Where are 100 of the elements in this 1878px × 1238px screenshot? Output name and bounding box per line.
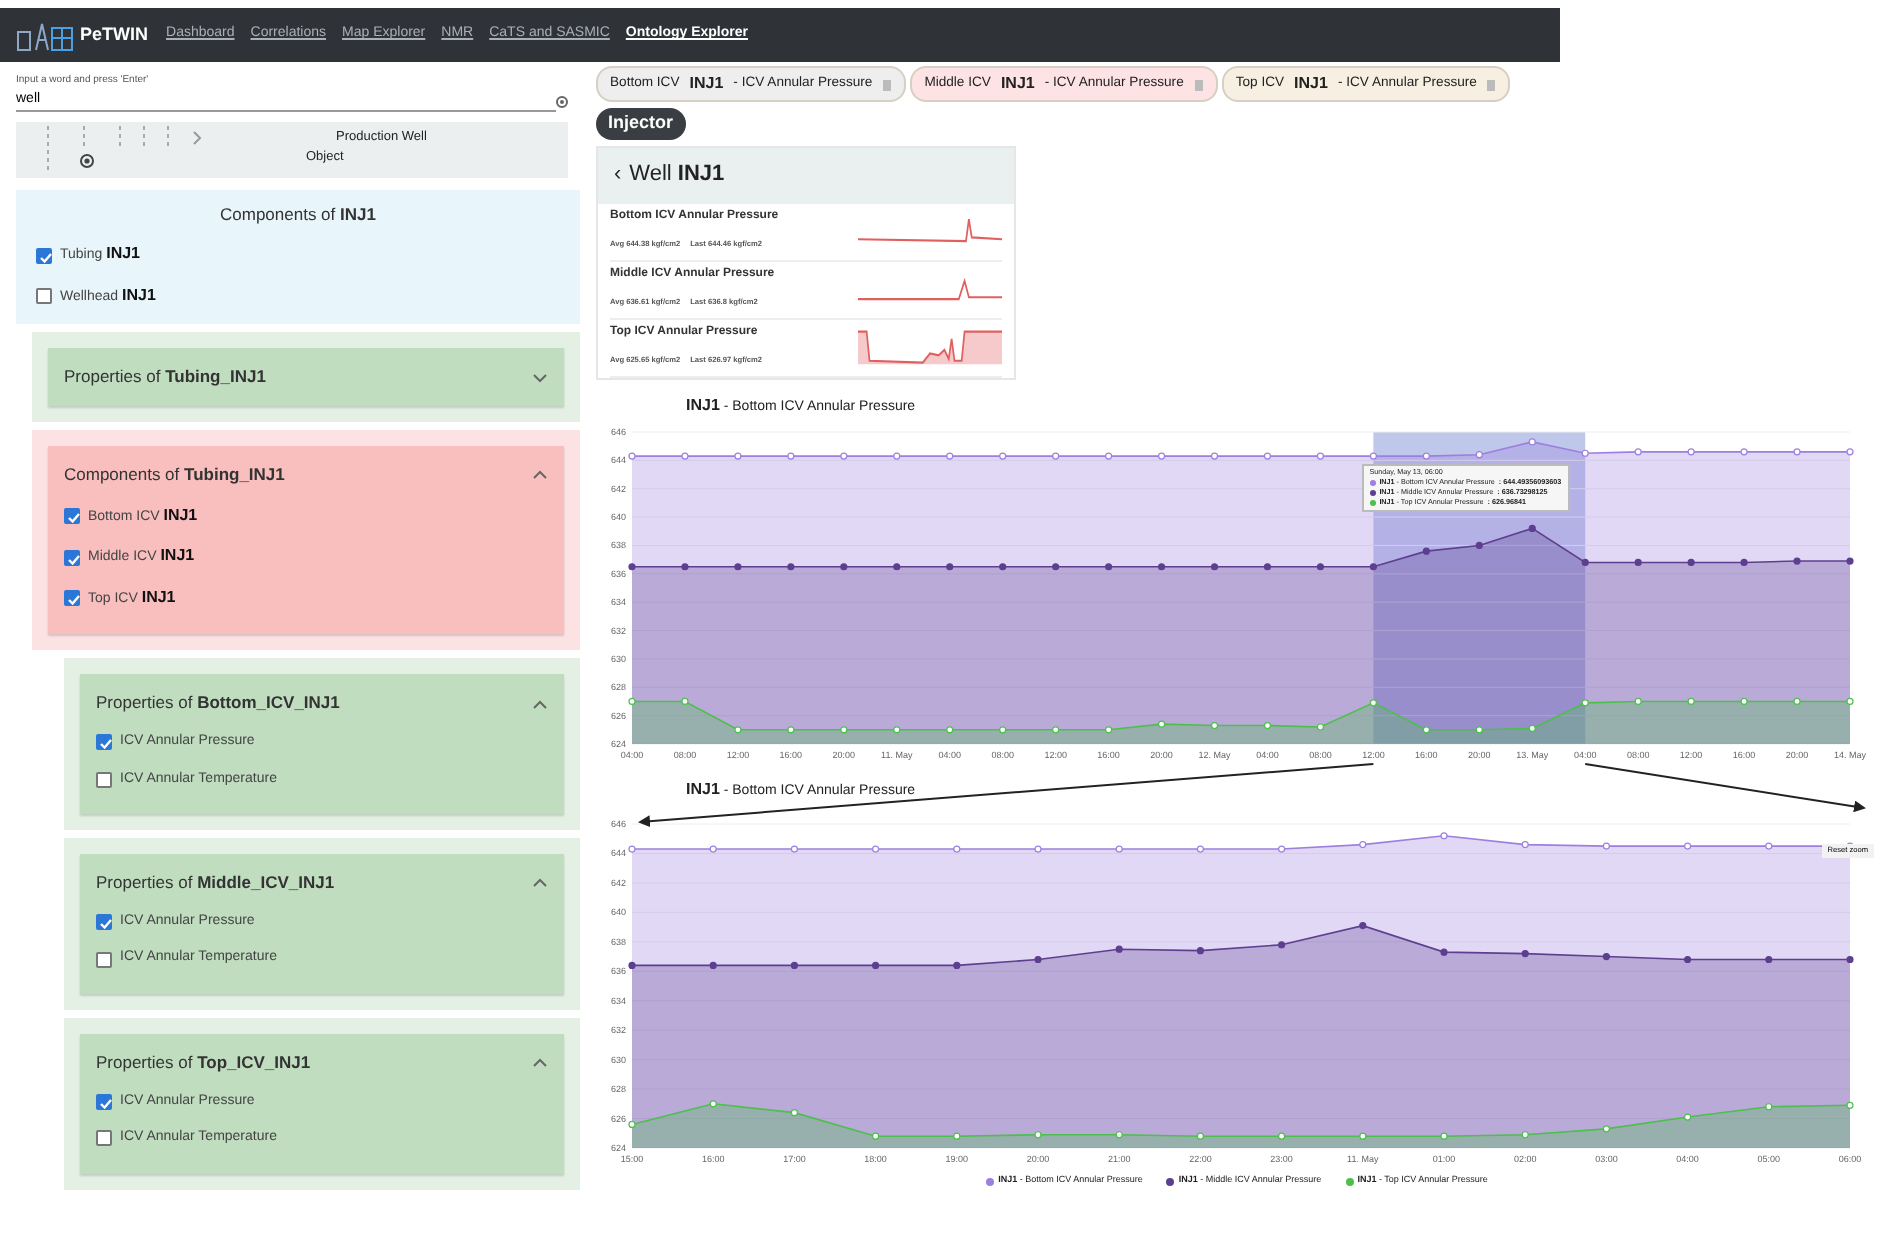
point: [1210, 451, 1219, 459]
point: [1475, 450, 1483, 458]
point: [1440, 947, 1448, 955]
panel-title: Properties of Middle_ICV_INJ1: [96, 870, 335, 896]
point: [787, 725, 795, 733]
point: [1440, 831, 1448, 839]
point: [872, 844, 880, 852]
point: [1765, 841, 1773, 849]
point: [1105, 562, 1113, 570]
point: [1793, 556, 1801, 564]
point: [1422, 546, 1430, 554]
point: [1369, 562, 1377, 570]
checkbox[interactable]: [96, 1130, 112, 1147]
brand-name[interactable]: PeTWIN: [80, 21, 149, 49]
point: [790, 844, 798, 852]
point: [1521, 1130, 1529, 1138]
point: [1634, 557, 1642, 566]
logo-icon[interactable]: [16, 19, 76, 51]
point: [1316, 562, 1325, 570]
point: [999, 451, 1007, 459]
point: [1369, 698, 1377, 706]
checkbox[interactable]: [96, 771, 112, 788]
checkbox[interactable]: [64, 549, 80, 565]
point: [1278, 940, 1286, 948]
point: [628, 696, 636, 705]
panel-title: Properties of Top_ICV_INJ1: [96, 1049, 311, 1075]
checkbox[interactable]: [64, 590, 80, 606]
point: [893, 562, 901, 570]
panel-title: Properties of Tubing_INJ1: [64, 364, 266, 390]
point: [872, 1131, 880, 1139]
point: [1034, 1130, 1042, 1138]
point: [1157, 562, 1166, 570]
point: [1422, 451, 1430, 459]
point: [628, 1119, 636, 1128]
point: [1602, 1124, 1610, 1132]
point: [1581, 698, 1589, 706]
point: [1634, 447, 1642, 455]
point: [946, 562, 954, 570]
point: [840, 562, 848, 570]
point: [1196, 946, 1204, 954]
checkbox[interactable]: [36, 288, 52, 304]
point: [1210, 562, 1219, 570]
legend-dot[interactable]: [1345, 1177, 1354, 1185]
checkbox[interactable]: [96, 914, 112, 930]
point: [1196, 1131, 1204, 1139]
point: [1115, 944, 1123, 952]
point: [1521, 840, 1529, 848]
point: [1687, 447, 1695, 455]
target-icon[interactable]: [80, 153, 94, 167]
point: [1521, 949, 1529, 957]
point: [1687, 696, 1695, 705]
point: [790, 1108, 798, 1116]
point: [628, 844, 636, 852]
point: [681, 562, 689, 570]
type-badge: Injector: [596, 108, 686, 139]
accordion-panel[interactable]: Properties of Tubing_INJ1: [48, 348, 564, 406]
point: [1793, 447, 1801, 455]
point: [953, 844, 961, 852]
checkbox[interactable]: [96, 1093, 112, 1110]
point: [1684, 1112, 1692, 1120]
checkbox[interactable]: [64, 508, 80, 524]
point: [734, 451, 742, 459]
checkbox[interactable]: [36, 247, 52, 263]
point: [1528, 723, 1536, 731]
point: [628, 451, 636, 459]
checkbox[interactable]: [96, 734, 112, 751]
back-link[interactable]: ‹: [614, 158, 622, 192]
legend-dot[interactable]: [1166, 1177, 1175, 1185]
point: [787, 562, 795, 570]
point: [893, 725, 901, 733]
checkbox[interactable]: [96, 951, 112, 967]
point: [734, 725, 742, 733]
point: [681, 696, 689, 705]
point: [840, 725, 848, 733]
panel-title: Components of INJ1: [218, 201, 378, 227]
point: [1105, 725, 1113, 733]
point: [953, 960, 961, 968]
point: [1740, 696, 1748, 705]
point: [1157, 719, 1166, 727]
point: [1687, 557, 1695, 566]
clear-icon[interactable]: [556, 95, 568, 107]
point: [1846, 696, 1854, 705]
point: [1634, 696, 1642, 705]
point: [628, 960, 636, 968]
legend-dot[interactable]: [986, 1177, 995, 1185]
point: [1793, 696, 1801, 705]
point: [790, 960, 798, 968]
point: [1316, 451, 1325, 459]
point: [1359, 1131, 1367, 1139]
point: [1740, 447, 1748, 455]
point: [1765, 1102, 1773, 1110]
point: [1034, 844, 1042, 852]
point: [1316, 722, 1325, 730]
point: [1105, 451, 1113, 459]
point: [1278, 1131, 1286, 1139]
point: [1196, 844, 1204, 852]
point: [681, 451, 689, 459]
point: [1115, 1130, 1123, 1138]
point: [1684, 841, 1692, 849]
point: [787, 451, 795, 459]
